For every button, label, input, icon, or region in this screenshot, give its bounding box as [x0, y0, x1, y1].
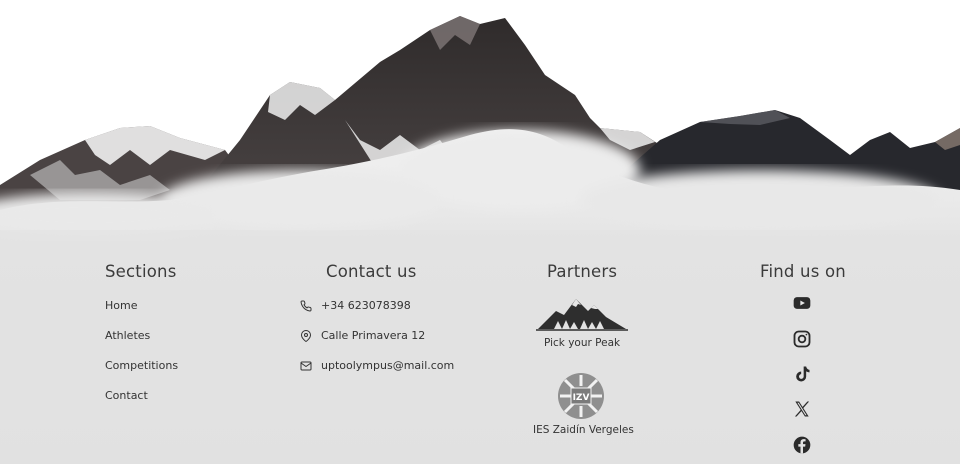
x-icon [794, 401, 810, 417]
contact-email[interactable]: uptoolympus@mail.com [300, 359, 454, 372]
footer-link-athletes[interactable]: Athletes [105, 329, 150, 342]
izv-emblem-icon: IZV [558, 373, 604, 419]
site-footer: Sections Home Athletes Competitions Cont… [0, 0, 960, 464]
footer-link-contact[interactable]: Contact [105, 389, 148, 402]
contact-email-text[interactable]: uptoolympus@mail.com [321, 359, 454, 372]
footer-link-competitions[interactable]: Competitions [105, 359, 178, 372]
social-heading: Find us on [760, 262, 846, 281]
x-twitter-link[interactable] [792, 399, 812, 419]
location-pin-icon [301, 329, 311, 342]
izv-logo-text: IZV [573, 393, 590, 403]
sections-heading: Sections [105, 262, 177, 281]
youtube-icon [793, 297, 811, 309]
pick-your-peak-logo[interactable] [536, 293, 628, 333]
contact-phone: +34 623078398 [300, 299, 411, 312]
partner-name-pick-your-peak: Pick your Peak [544, 337, 621, 349]
contact-address-text: Calle Primavera 12 [321, 329, 426, 342]
phone-icon [300, 299, 312, 311]
footer-link-home[interactable]: Home [105, 299, 137, 312]
partners-heading: Partners [547, 262, 618, 281]
partner-name-ies-zaidin: IES Zaidín Vergeles [533, 424, 634, 436]
contact-heading: Contact us [326, 262, 417, 281]
tiktok-icon [796, 366, 810, 382]
ies-zaidin-vergeles-logo[interactable]: IZV [557, 372, 605, 420]
youtube-link[interactable] [792, 293, 812, 313]
contact-address: Calle Primavera 12 [300, 329, 425, 342]
instagram-icon [793, 330, 811, 348]
instagram-link[interactable] [792, 329, 812, 349]
facebook-icon [793, 436, 811, 454]
mail-icon [300, 361, 312, 370]
tiktok-link[interactable] [792, 364, 812, 384]
facebook-link[interactable] [792, 435, 812, 455]
contact-phone-text: +34 623078398 [321, 299, 411, 312]
